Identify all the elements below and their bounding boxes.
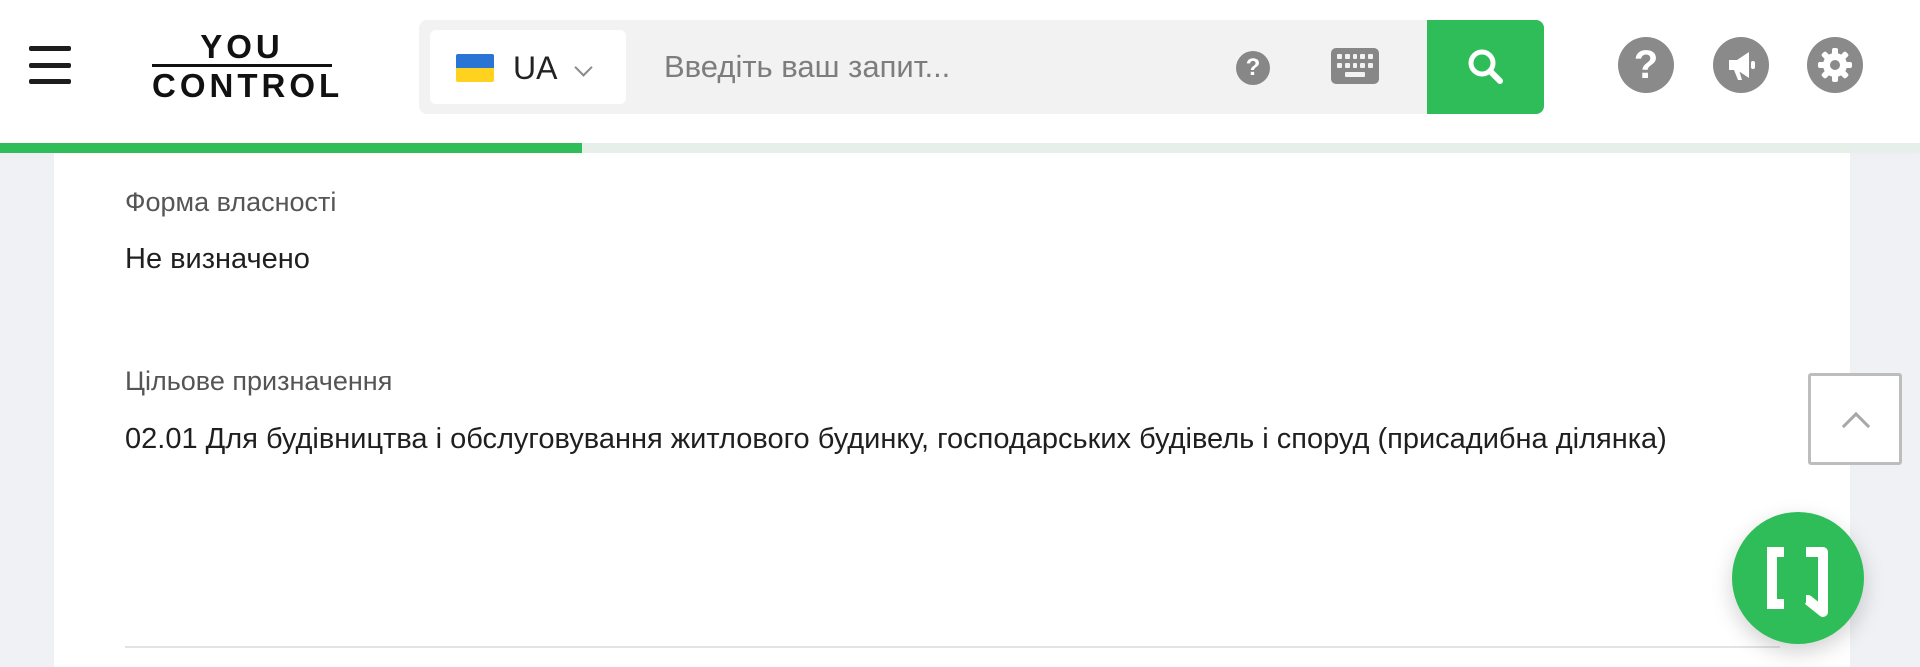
gear-icon[interactable] [1807, 37, 1863, 93]
progress-fill [0, 143, 582, 153]
youcontrol-logo[interactable]: YOU CONTROL [152, 28, 344, 104]
logo-line-1: YOU [200, 28, 284, 65]
chevron-up-icon [1841, 411, 1871, 441]
search-input[interactable] [664, 40, 1194, 94]
details-card [54, 153, 1850, 667]
gear-glyph [1818, 48, 1852, 82]
language-code: UA [513, 50, 558, 86]
section-divider [125, 646, 1780, 648]
search-button[interactable] [1427, 20, 1544, 114]
field-value-purpose: 02.01 Для будівництва і обслуговування ж… [125, 423, 1667, 455]
megaphone-icon[interactable] [1713, 37, 1769, 93]
logo-line-2: CONTROL [152, 67, 344, 104]
keyboard-icon[interactable] [1331, 48, 1379, 84]
language-selector[interactable]: UA [430, 30, 626, 104]
search-icon [1468, 49, 1503, 84]
megaphone-glyph [1729, 52, 1755, 80]
field-value-ownership: Не визначено [125, 243, 310, 275]
scroll-to-top-button[interactable] [1808, 373, 1902, 465]
search-help-icon[interactable]: ? [1236, 51, 1270, 85]
search-bar: UA ? [419, 20, 1544, 114]
help-icon[interactable]: ? [1618, 37, 1674, 93]
field-label-purpose: Цільове призначення [125, 366, 393, 396]
chat-icon [1767, 547, 1828, 617]
top-header: YOU CONTROL UA ? ? [0, 0, 1920, 144]
chat-button[interactable] [1732, 512, 1864, 644]
ukraine-flag-icon [456, 54, 494, 82]
menu-icon[interactable] [29, 46, 71, 84]
chevron-down-icon [574, 58, 593, 77]
field-label-ownership: Форма власності [125, 187, 337, 217]
page-loading-progress [0, 143, 1920, 153]
